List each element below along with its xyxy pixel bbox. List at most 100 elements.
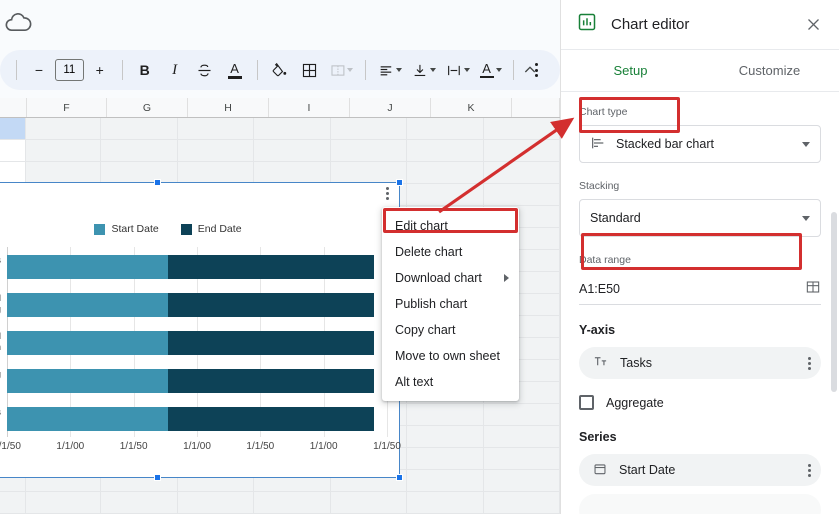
grid-cell[interactable] <box>254 492 331 513</box>
grid-cell[interactable] <box>484 162 560 183</box>
grid-cell[interactable] <box>331 492 408 513</box>
row-header[interactable] <box>0 140 26 161</box>
grid-cell[interactable] <box>407 118 484 139</box>
panel-scrollbar[interactable] <box>831 212 837 392</box>
bar-group: erials <box>0 255 374 279</box>
grid-cell[interactable] <box>484 448 560 469</box>
close-icon[interactable] <box>803 15 823 35</box>
grid-cell[interactable] <box>101 140 178 161</box>
y-axis-tick-label: n and tation <box>0 331 1 353</box>
tab-setup[interactable]: Setup <box>561 50 700 91</box>
menu-item-alt-text[interactable]: Alt text <box>382 369 519 395</box>
series-chip-start-date[interactable]: Start Date <box>579 454 821 486</box>
text-rotation-button[interactable]: A <box>476 56 505 84</box>
series-chip-next[interactable] <box>579 494 821 514</box>
grid-cell[interactable] <box>407 448 484 469</box>
grid-cell[interactable] <box>178 118 255 139</box>
series-options-icon[interactable] <box>808 463 811 477</box>
fill-color-icon[interactable] <box>266 56 294 84</box>
data-range-field[interactable]: A1:E50 <box>579 273 821 305</box>
row-header[interactable] <box>0 162 26 183</box>
grid-cell[interactable] <box>407 492 484 513</box>
chevron-right-icon <box>504 274 509 282</box>
bar-segment-start-date <box>7 255 169 279</box>
grid-cell[interactable] <box>26 140 102 161</box>
menu-item-delete-chart[interactable]: Delete chart <box>382 239 519 265</box>
grid-cell[interactable] <box>407 470 484 491</box>
column-header-I[interactable]: I <box>269 98 350 117</box>
grid-cell[interactable] <box>254 162 331 183</box>
decrease-font-size-button[interactable]: − <box>25 56 53 84</box>
select-range-icon[interactable] <box>805 279 821 298</box>
menu-item-move-to-own-sheet[interactable]: Move to own sheet <box>382 343 519 369</box>
grid-cell[interactable] <box>484 140 560 161</box>
grid-cell[interactable] <box>407 184 484 205</box>
grid-cell[interactable] <box>26 492 102 513</box>
grid-cell[interactable] <box>407 404 484 425</box>
grid-cell[interactable] <box>484 118 560 139</box>
grid-cell[interactable] <box>331 118 408 139</box>
increase-font-size-button[interactable]: + <box>86 56 114 84</box>
grid-cell[interactable] <box>484 426 560 447</box>
column-header-K[interactable]: K <box>431 98 512 117</box>
grid-cell[interactable] <box>101 118 178 139</box>
x-axis-tick-label: 1/1/50 <box>246 441 275 452</box>
borders-icon[interactable] <box>296 56 324 84</box>
resize-handle-tr[interactable] <box>396 179 403 186</box>
y-axis-options-icon[interactable] <box>808 356 811 370</box>
grid-cell[interactable] <box>26 162 102 183</box>
grid-cell[interactable] <box>254 140 331 161</box>
aggregate-checkbox[interactable] <box>579 395 594 410</box>
grid-cell[interactable] <box>484 470 560 491</box>
tab-customize[interactable]: Customize <box>700 50 839 91</box>
menu-item-publish-chart[interactable]: Publish chart <box>382 291 519 317</box>
column-header-G[interactable]: G <box>107 98 188 117</box>
text-wrap-icon[interactable] <box>442 56 474 84</box>
grid-cell[interactable] <box>407 426 484 447</box>
chart-type-select[interactable]: Stacked bar chart <box>579 125 821 163</box>
grid-cell[interactable] <box>178 162 255 183</box>
bold-button[interactable]: B <box>131 56 159 84</box>
grid-cell[interactable] <box>331 140 408 161</box>
row-header[interactable] <box>0 492 26 513</box>
column-header-J[interactable]: J <box>350 98 431 117</box>
column-header-extra[interactable] <box>512 98 560 117</box>
chart-object[interactable]: ored Start DateEnd Date erialso and adin… <box>0 179 403 481</box>
grid-cell[interactable] <box>407 162 484 183</box>
series-value: Start Date <box>619 463 676 477</box>
column-header-H[interactable]: H <box>188 98 269 117</box>
collapse-toolbar-icon[interactable] <box>518 58 542 82</box>
horizontal-align-icon[interactable] <box>374 56 406 84</box>
grid-cell[interactable] <box>178 492 255 513</box>
grid-cell[interactable] <box>484 404 560 425</box>
grid-cell[interactable] <box>178 140 255 161</box>
y-axis-chip[interactable]: Tasks <box>579 347 821 379</box>
italic-button[interactable]: I <box>161 56 189 84</box>
column-header-F[interactable]: F <box>27 98 107 117</box>
menu-item-edit-chart[interactable]: Edit chart <box>382 213 519 239</box>
aggregate-checkbox-row[interactable]: Aggregate <box>579 395 821 410</box>
grid-cell[interactable] <box>254 118 331 139</box>
chevron-down-icon <box>802 215 810 221</box>
chart-options-icon[interactable] <box>380 187 394 200</box>
strikethrough-icon[interactable] <box>191 56 219 84</box>
y-axis-tick-label: erials <box>0 255 1 266</box>
merge-cells-icon[interactable] <box>326 56 358 84</box>
text-color-button[interactable]: A <box>221 56 249 84</box>
grid-cell[interactable] <box>101 162 178 183</box>
vertical-align-icon[interactable] <box>408 56 440 84</box>
grid-cell[interactable] <box>407 140 484 161</box>
menu-item-copy-chart[interactable]: Copy chart <box>382 317 519 343</box>
font-size-input[interactable]: 11 <box>54 59 84 81</box>
resize-handle-tc[interactable] <box>154 179 161 186</box>
resize-handle-bc[interactable] <box>154 474 161 481</box>
resize-handle-br[interactable] <box>396 474 403 481</box>
stacking-select[interactable]: Standard <box>579 199 821 237</box>
grid-cell[interactable] <box>26 118 102 139</box>
grid-cell[interactable] <box>101 492 178 513</box>
toolbar-divider <box>256 60 258 80</box>
grid-cell[interactable] <box>484 492 560 513</box>
grid-cell[interactable] <box>484 184 560 205</box>
row-header[interactable] <box>0 118 26 139</box>
menu-item-download-chart[interactable]: Download chart <box>382 265 519 291</box>
